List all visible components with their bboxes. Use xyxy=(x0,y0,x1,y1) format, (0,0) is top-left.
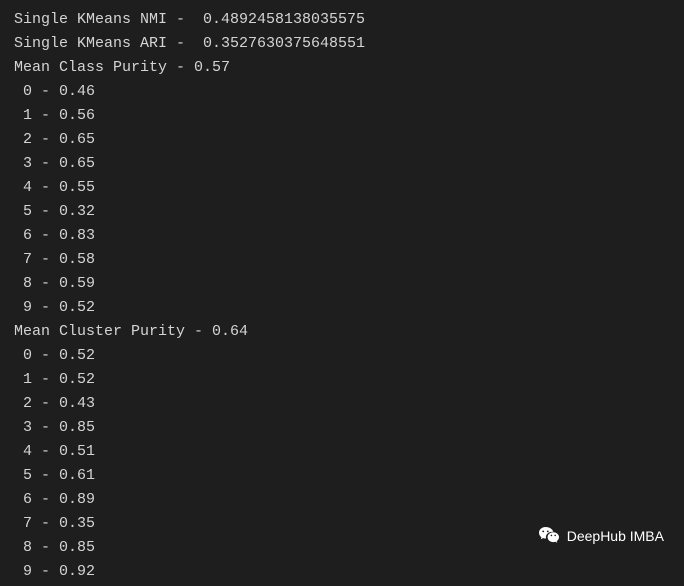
console-line-entry: 5 - 0.61 xyxy=(14,464,670,488)
class-purity-list: 0 - 0.46 1 - 0.56 2 - 0.65 3 - 0.65 4 - … xyxy=(14,80,670,320)
console-line-entry: 1 - 0.52 xyxy=(14,368,670,392)
watermark: DeepHub IMBA xyxy=(537,524,664,548)
console-line-entry: 6 - 0.83 xyxy=(14,224,670,248)
console-line-ari: Single KMeans ARI - 0.3527630375648551 xyxy=(14,32,670,56)
console-line-entry: 3 - 0.65 xyxy=(14,152,670,176)
watermark-text: DeepHub IMBA xyxy=(567,524,664,548)
console-line-entry: 9 - 0.52 xyxy=(14,296,670,320)
console-line-entry: 5 - 0.32 xyxy=(14,200,670,224)
console-line-entry: 0 - 0.52 xyxy=(14,344,670,368)
nmi-value: 0.4892458138035575 xyxy=(203,11,365,28)
console-line-entry: 4 - 0.51 xyxy=(14,440,670,464)
console-line-entry: 8 - 0.59 xyxy=(14,272,670,296)
class-purity-value: 0.57 xyxy=(194,59,230,76)
wechat-icon xyxy=(537,524,561,548)
console-line-entry: 1 - 0.56 xyxy=(14,104,670,128)
cluster-purity-list: 0 - 0.52 1 - 0.52 2 - 0.43 3 - 0.85 4 - … xyxy=(14,344,670,584)
console-line-entry: 2 - 0.65 xyxy=(14,128,670,152)
console-line-cluster-purity-header: Mean Cluster Purity - 0.64 xyxy=(14,320,670,344)
ari-label: Single KMeans ARI - xyxy=(14,35,203,52)
cluster-purity-label: Mean Cluster Purity - xyxy=(14,323,212,340)
console-line-entry: 4 - 0.55 xyxy=(14,176,670,200)
console-line-entry: 7 - 0.58 xyxy=(14,248,670,272)
console-line-entry: 6 - 0.89 xyxy=(14,488,670,512)
cluster-purity-value: 0.64 xyxy=(212,323,248,340)
console-line-entry: 2 - 0.43 xyxy=(14,392,670,416)
ari-value: 0.3527630375648551 xyxy=(203,35,365,52)
console-line-nmi: Single KMeans NMI - 0.4892458138035575 xyxy=(14,8,670,32)
console-line-entry: 3 - 0.85 xyxy=(14,416,670,440)
console-line-class-purity-header: Mean Class Purity - 0.57 xyxy=(14,56,670,80)
nmi-label: Single KMeans NMI - xyxy=(14,11,203,28)
class-purity-label: Mean Class Purity - xyxy=(14,59,194,76)
console-line-entry: 9 - 0.92 xyxy=(14,560,670,584)
console-line-entry: 0 - 0.46 xyxy=(14,80,670,104)
